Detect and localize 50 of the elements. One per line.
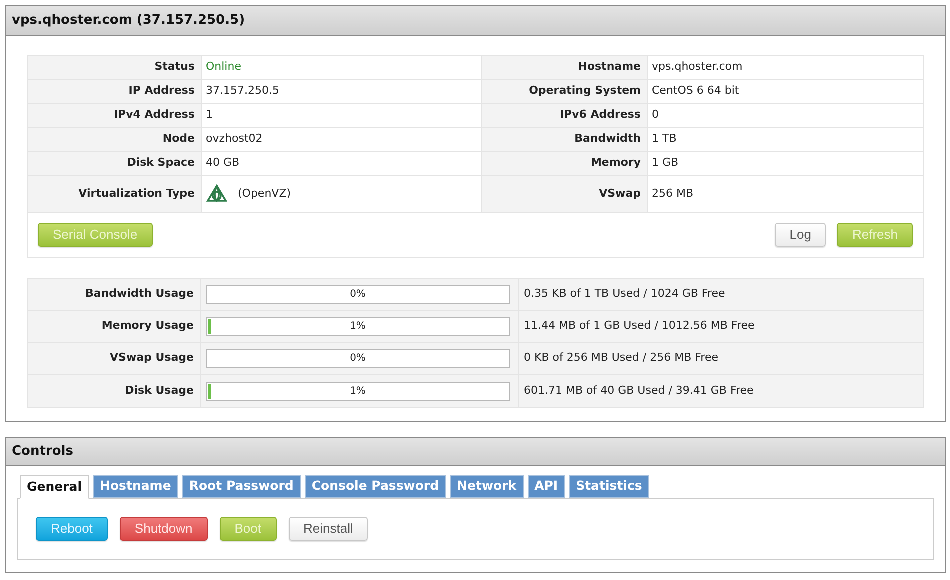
field-value: 37.157.250.5 [206, 83, 280, 100]
field-label: IPv4 Address [28, 104, 202, 128]
field-label: Status [28, 56, 202, 80]
usage-percent: 1% [350, 384, 366, 398]
field-value: ovzhost02 [206, 131, 263, 148]
tab[interactable]: Hostname [93, 475, 178, 498]
field-label: VSwap [482, 176, 648, 213]
field-value: Online [206, 59, 242, 76]
field-value: CentOS 6 64 bit [652, 83, 740, 100]
field-label: IP Address [28, 80, 202, 104]
field-value: vps.qhoster.com [652, 59, 743, 76]
field-value: 1 TB [652, 131, 677, 148]
tab[interactable]: API [528, 475, 566, 498]
action-button[interactable]: Log [774, 223, 826, 247]
field-label: Virtualization Type [28, 176, 202, 213]
tab[interactable]: Root Password [182, 475, 301, 498]
usage-detail: 0 KB of 256 MB Used / 256 MB Free [523, 350, 720, 366]
usage-detail: 601.71 MB of 40 GB Used / 39.41 GB Free [523, 382, 755, 399]
action-button[interactable]: Shutdown [120, 517, 208, 541]
field-label: Hostname [482, 56, 648, 80]
field-value: 0 [652, 107, 659, 124]
usage-percent: 0% [350, 288, 366, 302]
usage-detail: 0.35 KB of 1 TB Used / 1024 GB Free [523, 286, 726, 302]
panel-title: Controls [12, 442, 74, 461]
field-value: 1 GB [652, 155, 679, 172]
field-label: Bandwidth [482, 128, 648, 152]
field-value: 256 MB [652, 186, 694, 202]
action-button[interactable]: Reboot [36, 517, 108, 541]
field-value: 40 GB [206, 155, 240, 172]
usage-label: Memory Usage [28, 311, 201, 342]
panel-title: vps.qhoster.com (37.157.250.5) [12, 12, 246, 30]
field-label: Node [28, 128, 202, 152]
field-label: IPv6 Address [482, 104, 648, 128]
triangle-logo-icon [206, 184, 228, 204]
tab[interactable]: Console Password [304, 475, 446, 498]
field-label: Operating System [482, 80, 648, 104]
tab[interactable]: General [20, 475, 89, 499]
field-value: 1 [206, 107, 213, 124]
usage-label: Disk Usage [28, 375, 201, 407]
tab[interactable]: Network [450, 475, 524, 498]
action-button[interactable]: Reinstall [288, 517, 368, 541]
field-value: (OpenVZ) [238, 186, 292, 202]
usage-label: VSwap Usage [28, 343, 201, 374]
usage-percent: 0% [350, 352, 366, 366]
usage-percent: 1% [350, 320, 366, 334]
usage-detail: 11.44 MB of 1 GB Used / 1012.56 MB Free [523, 318, 756, 334]
tab[interactable]: Statistics [569, 475, 650, 498]
field-label: Disk Space [28, 152, 202, 176]
usage-label: Bandwidth Usage [28, 279, 201, 310]
field-label: Memory [482, 152, 648, 176]
